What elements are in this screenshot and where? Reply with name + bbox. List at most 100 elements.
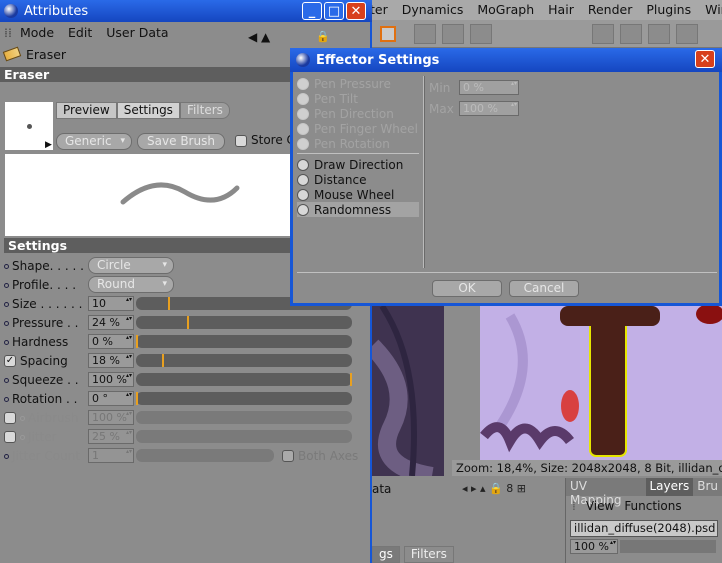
slider-marker[interactable] bbox=[187, 316, 189, 329]
squeeze-field[interactable]: 100 % bbox=[88, 372, 134, 387]
tab-filters[interactable]: Filters bbox=[403, 546, 454, 563]
preset-dropdown[interactable]: Generic ▾ bbox=[56, 133, 132, 150]
effector-option-pen-finger-wheel[interactable]: Pen Finger Wheel bbox=[297, 121, 419, 136]
dialog-close-button[interactable]: ✕ bbox=[695, 50, 715, 68]
spacing-slider[interactable] bbox=[136, 354, 352, 367]
lock-icon[interactable]: 🔒 bbox=[316, 30, 330, 43]
effector-option-mouse-wheel[interactable]: Mouse Wheel bbox=[297, 187, 419, 202]
profile-dropdown[interactable]: Round ▾ bbox=[88, 276, 174, 293]
layer-opacity-slider[interactable] bbox=[620, 540, 716, 553]
hardness-slider[interactable] bbox=[136, 335, 352, 348]
option-checkbox[interactable] bbox=[297, 77, 309, 90]
option-checkbox[interactable] bbox=[297, 107, 309, 120]
menu-edit[interactable]: Edit bbox=[68, 25, 92, 40]
store-checkbox-row[interactable]: Store C bbox=[235, 133, 295, 147]
toolbar-icon[interactable] bbox=[592, 24, 614, 44]
animate-dot-icon[interactable] bbox=[4, 282, 9, 288]
effector-option-draw-direction[interactable]: Draw Direction bbox=[297, 157, 419, 172]
option-checkbox[interactable] bbox=[297, 137, 309, 150]
size-field[interactable]: 10 bbox=[88, 296, 134, 311]
toolbar-icon[interactable] bbox=[414, 24, 436, 44]
slider-marker[interactable] bbox=[162, 354, 164, 367]
expand-arrow-icon[interactable]: ▶ bbox=[45, 140, 52, 150]
tab-filters[interactable]: Filters bbox=[179, 102, 230, 119]
menu-window[interactable]: Window bbox=[705, 2, 722, 17]
tab-layers[interactable]: Layers bbox=[645, 478, 694, 496]
both-axes-checkbox[interactable] bbox=[282, 450, 294, 462]
option-checkbox[interactable] bbox=[297, 158, 309, 171]
toolbar-icon[interactable] bbox=[442, 24, 464, 44]
animate-dot-icon[interactable] bbox=[4, 301, 9, 307]
menu-render[interactable]: Render bbox=[588, 2, 633, 17]
store-checkbox[interactable] bbox=[235, 134, 247, 147]
rotation-field[interactable]: 0 ° bbox=[88, 391, 134, 406]
airbrush-field[interactable]: 100 % bbox=[88, 410, 134, 425]
slider-marker[interactable] bbox=[168, 297, 170, 310]
jitter-checkbox[interactable] bbox=[4, 431, 16, 443]
animate-dot-icon[interactable] bbox=[4, 396, 9, 402]
shape-dropdown[interactable]: Circle ▾ bbox=[88, 257, 174, 274]
option-checkbox[interactable] bbox=[297, 122, 309, 135]
animate-dot-icon[interactable] bbox=[20, 434, 25, 440]
menu-dynamics[interactable]: Dynamics bbox=[402, 2, 464, 17]
toolbar-icon[interactable] bbox=[470, 24, 492, 44]
ok-button[interactable]: OK bbox=[432, 280, 502, 297]
menu-view[interactable]: View bbox=[586, 499, 614, 513]
effector-option-randomness[interactable]: Randomness bbox=[297, 202, 419, 217]
animate-dot-icon[interactable] bbox=[4, 377, 9, 383]
animate-dot-icon[interactable] bbox=[20, 415, 25, 421]
maximize-button[interactable]: □ bbox=[324, 2, 344, 20]
minimize-button[interactable]: _ bbox=[302, 2, 322, 20]
hardness-field[interactable]: 0 % bbox=[88, 334, 134, 349]
menu-hair[interactable]: Hair bbox=[548, 2, 574, 17]
tab-preview[interactable]: Preview bbox=[56, 102, 117, 119]
viewport-3d[interactable] bbox=[372, 306, 444, 476]
spacing-field[interactable]: 18 % bbox=[88, 353, 134, 368]
toolbar-icon[interactable] bbox=[380, 26, 396, 42]
toolbar-icon[interactable] bbox=[648, 24, 670, 44]
animate-dot-icon[interactable] bbox=[4, 339, 9, 345]
squeeze-slider[interactable] bbox=[136, 373, 352, 386]
tab-uv-mapping[interactable]: UV Mapping bbox=[566, 478, 646, 507]
nav-arrows-icon[interactable]: ◀ ▲ bbox=[248, 30, 270, 44]
brush-preview[interactable]: ▶ bbox=[5, 102, 53, 150]
menu-mode[interactable]: Mode bbox=[20, 25, 54, 40]
pressure-field[interactable]: 24 % bbox=[88, 315, 134, 330]
cancel-button[interactable]: Cancel bbox=[509, 280, 579, 297]
pressure-slider[interactable] bbox=[136, 316, 352, 329]
max-field[interactable]: 100 % bbox=[459, 101, 519, 116]
save-brush-button[interactable]: Save Brush bbox=[137, 133, 225, 150]
animate-dot-icon[interactable] bbox=[4, 453, 9, 459]
both-axes-checkbox-row[interactable]: Both Axes bbox=[282, 449, 358, 463]
option-checkbox[interactable] bbox=[297, 173, 309, 186]
tab-settings[interactable]: Settings bbox=[116, 102, 180, 119]
slider-marker[interactable] bbox=[136, 392, 138, 405]
menu-plugins[interactable]: Plugins bbox=[646, 2, 691, 17]
toolbar-icon[interactable] bbox=[620, 24, 642, 44]
layer-item[interactable]: illidan_diffuse(2048).psd * bbox=[570, 520, 718, 537]
min-field[interactable]: 0 % bbox=[459, 80, 519, 95]
jitter-count-field[interactable]: 1 bbox=[88, 448, 134, 463]
menu-functions[interactable]: Functions bbox=[624, 499, 681, 513]
jitter-field[interactable]: 25 % bbox=[88, 429, 134, 444]
option-checkbox[interactable] bbox=[297, 188, 309, 201]
tab-brushes[interactable]: Bru bbox=[693, 478, 722, 496]
effector-option-pen-direction[interactable]: Pen Direction bbox=[297, 106, 419, 121]
attributes-titlebar[interactable]: Attributes _ □ ✕ bbox=[0, 0, 372, 22]
jitter-slider[interactable] bbox=[136, 430, 352, 443]
effector-option-pen-pressure[interactable]: Pen Pressure bbox=[297, 76, 419, 91]
effector-titlebar[interactable]: Effector Settings ✕ bbox=[290, 48, 722, 72]
layer-opacity-field[interactable]: 100 % bbox=[570, 539, 618, 554]
tab-settings-partial[interactable]: gs bbox=[372, 546, 400, 563]
airbrush-slider[interactable] bbox=[136, 411, 352, 424]
option-checkbox[interactable] bbox=[297, 203, 309, 216]
option-checkbox[interactable] bbox=[297, 92, 309, 105]
jitter-count-slider[interactable] bbox=[136, 449, 274, 462]
slider-marker[interactable] bbox=[350, 373, 352, 386]
spacing-checkbox[interactable]: ✓ bbox=[4, 355, 16, 367]
texture-view[interactable] bbox=[480, 306, 722, 460]
rotation-slider[interactable] bbox=[136, 392, 352, 405]
slider-marker[interactable] bbox=[136, 335, 138, 348]
animate-dot-icon[interactable] bbox=[4, 263, 9, 269]
animate-dot-icon[interactable] bbox=[4, 320, 9, 326]
